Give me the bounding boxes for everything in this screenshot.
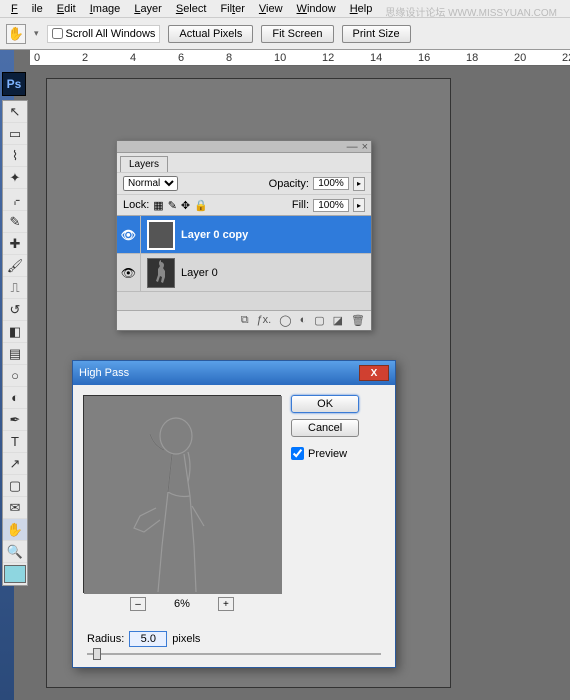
hand-tool-icon[interactable]: ✋: [6, 24, 26, 44]
eyedropper-tool[interactable]: ✎: [3, 211, 27, 233]
link-icon[interactable]: ⧉: [241, 314, 249, 327]
close-button[interactable]: X: [359, 365, 389, 381]
zoom-in-button[interactable]: +: [218, 597, 234, 611]
blend-mode-select[interactable]: Normal: [123, 176, 178, 191]
move-tool[interactable]: ↖: [3, 101, 27, 123]
ruler-horizontal: 0 2 4 6 8 10 12 14 16 18 20 22: [30, 50, 570, 66]
trash-icon[interactable]: 🗑: [351, 314, 365, 327]
menu-layer[interactable]: Layer: [127, 1, 169, 17]
watermark: 思缘设计论坛 WWW.MISSYUAN.COM: [378, 2, 564, 21]
scroll-all-windows-checkbox[interactable]: Scroll All Windows: [47, 25, 161, 43]
dodge-tool[interactable]: ◐: [3, 387, 27, 409]
options-bar: ✋ ▾ Scroll All Windows Actual Pixels Fit…: [0, 18, 570, 50]
new-layer-icon[interactable]: ◪: [333, 314, 343, 327]
layer-name[interactable]: Layer 0 copy: [181, 229, 248, 241]
layers-panel: —× Layers Normal Opacity: 100% ▸ Lock: ▦…: [116, 140, 372, 331]
panel-titlebar[interactable]: —×: [117, 141, 371, 153]
radius-unit: pixels: [172, 633, 200, 645]
history-brush-tool[interactable]: ↺: [3, 299, 27, 321]
actual-pixels-button[interactable]: Actual Pixels: [168, 25, 253, 43]
ps-logo: Ps: [2, 72, 26, 96]
dialog-titlebar[interactable]: High Pass X: [73, 361, 395, 385]
menu-bar: File Edit Image Layer Select Filter View…: [0, 0, 570, 18]
adjustment-icon[interactable]: ◐: [300, 314, 307, 327]
menu-edit[interactable]: Edit: [50, 1, 83, 17]
marquee-tool[interactable]: ▭: [3, 123, 27, 145]
visibility-icon[interactable]: 👁: [117, 216, 141, 253]
gradient-tool[interactable]: ▤: [3, 343, 27, 365]
radius-label: Radius:: [87, 633, 124, 645]
hand-tool[interactable]: ✋: [3, 519, 27, 541]
minimize-icon[interactable]: —: [347, 141, 358, 153]
wand-tool[interactable]: ✦: [3, 167, 27, 189]
blur-tool[interactable]: ○: [3, 365, 27, 387]
menu-image[interactable]: Image: [83, 1, 128, 17]
ok-button[interactable]: OK: [291, 395, 359, 413]
layer-item[interactable]: 👁 Layer 0 copy: [117, 216, 371, 254]
layers-tab[interactable]: Layers: [120, 156, 168, 172]
zoom-out-button[interactable]: –: [130, 597, 146, 611]
menu-filter[interactable]: Filter: [213, 1, 251, 17]
path-tool[interactable]: ↗: [3, 453, 27, 475]
lock-all-icon[interactable]: 🔒: [194, 199, 208, 212]
high-pass-dialog: High Pass X: [72, 360, 396, 668]
toolbox: ↖ ▭ ⌇ ✦ ⌌ ✎ ✚ 🖌 ⎍ ↺ ◧ ▤ ○ ◐ ✒ T ↗ ▢ ✉ ✋ …: [2, 100, 28, 586]
notes-tool[interactable]: ✉: [3, 497, 27, 519]
shape-tool[interactable]: ▢: [3, 475, 27, 497]
dialog-title: High Pass: [79, 367, 129, 379]
crop-tool[interactable]: ⌌: [3, 189, 27, 211]
type-tool[interactable]: T: [3, 431, 27, 453]
print-size-button[interactable]: Print Size: [342, 25, 411, 43]
preview-checkbox[interactable]: Preview: [291, 447, 359, 460]
layer-thumb[interactable]: [147, 258, 175, 288]
fx-icon[interactable]: ƒx.: [257, 314, 272, 327]
layer-name[interactable]: Layer 0: [181, 267, 218, 279]
visibility-icon[interactable]: 👁: [117, 254, 141, 291]
lock-trans-icon[interactable]: ▦: [153, 199, 163, 212]
scroll-all-label: Scroll All Windows: [66, 28, 156, 40]
lock-move-icon[interactable]: ✥: [181, 199, 190, 212]
radius-input[interactable]: [129, 631, 167, 647]
slider-knob[interactable]: [93, 648, 101, 660]
layer-thumb[interactable]: [147, 220, 175, 250]
menu-window[interactable]: Window: [290, 1, 343, 17]
layer-item[interactable]: 👁 Layer 0: [117, 254, 371, 292]
group-icon[interactable]: ▢: [314, 314, 324, 327]
pen-tool[interactable]: ✒: [3, 409, 27, 431]
lock-paint-icon[interactable]: ✎: [168, 199, 177, 212]
fill-label: Fill:: [292, 199, 309, 211]
radius-slider[interactable]: [87, 653, 381, 655]
lasso-tool[interactable]: ⌇: [3, 145, 27, 167]
fit-screen-button[interactable]: Fit Screen: [261, 25, 333, 43]
menu-help[interactable]: Help: [343, 1, 380, 17]
fill-arrow[interactable]: ▸: [353, 198, 365, 212]
opacity-input[interactable]: 100%: [313, 177, 349, 190]
opacity-label: Opacity:: [269, 178, 309, 190]
foreground-swatch[interactable]: [4, 565, 26, 583]
zoom-value: 6%: [174, 598, 190, 610]
stamp-tool[interactable]: ⎍: [3, 277, 27, 299]
scroll-all-check[interactable]: [52, 28, 63, 39]
preview-label: Preview: [308, 448, 347, 460]
menu-file[interactable]: File: [4, 1, 50, 17]
menu-view[interactable]: View: [252, 1, 290, 17]
zoom-tool[interactable]: 🔍: [3, 541, 27, 563]
mask-icon[interactable]: ◯: [279, 314, 291, 327]
fill-input[interactable]: 100%: [313, 199, 349, 212]
menu-select[interactable]: Select: [169, 1, 214, 17]
filter-preview[interactable]: [83, 395, 281, 593]
tool-preset-arrow[interactable]: ▾: [34, 28, 39, 39]
heal-tool[interactable]: ✚: [3, 233, 27, 255]
lock-label: Lock:: [123, 199, 149, 211]
cancel-button[interactable]: Cancel: [291, 419, 359, 437]
close-icon[interactable]: ×: [362, 141, 368, 153]
eraser-tool[interactable]: ◧: [3, 321, 27, 343]
preview-check[interactable]: [291, 447, 304, 460]
opacity-arrow[interactable]: ▸: [353, 177, 365, 191]
brush-tool[interactable]: 🖌: [3, 255, 27, 277]
